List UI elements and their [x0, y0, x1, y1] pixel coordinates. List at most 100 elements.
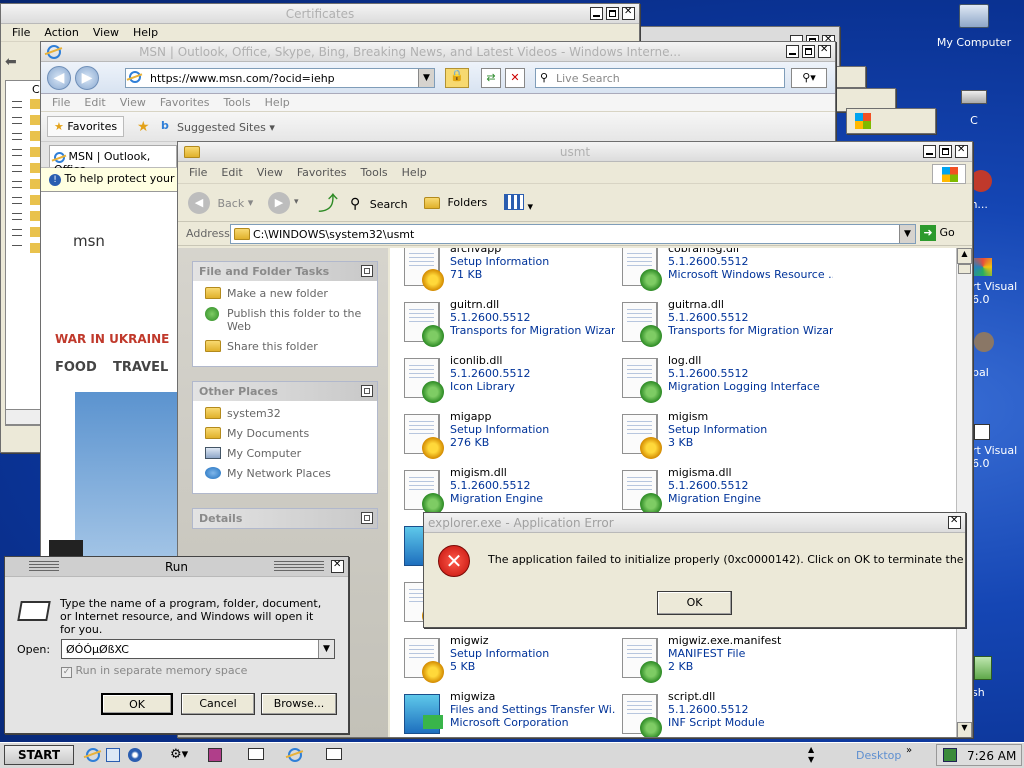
file-item[interactable]: iconlib.dll 5.1.2600.5512 Icon Library [398, 354, 618, 404]
tray-network-icon[interactable] [943, 748, 957, 762]
add-favorite-icon[interactable]: ★ [137, 119, 150, 135]
place-network[interactable]: My Network Places [205, 467, 367, 480]
stop-button[interactable]: ✕ [505, 68, 525, 88]
search-go-button[interactable]: ⚲▾ [791, 68, 827, 88]
taskbar-ie-icon[interactable] [288, 748, 302, 762]
taskbar-program-icon[interactable]: ⚙▾ [170, 747, 188, 762]
start-button[interactable]: START [4, 745, 74, 765]
publish-folder-link[interactable]: Publish this folder to the Web [205, 307, 367, 333]
vertical-scrollbar[interactable]: ▲ ▼ [956, 248, 972, 737]
cancel-button[interactable]: Cancel [181, 693, 255, 715]
desktop-toolbar-label[interactable]: Desktop [856, 749, 901, 762]
title-bar[interactable]: MSN | Outlook, Office, Skype, Bing, Brea… [41, 42, 835, 62]
menu-file[interactable]: File [5, 26, 37, 39]
taskbar-scroll-icon[interactable]: ▲ ▼ [808, 745, 814, 765]
file-item[interactable]: archvapp Setup Information 71 KB [398, 248, 618, 292]
suggested-sites[interactable]: Suggested Sites ▾ [177, 121, 275, 134]
minimize-button[interactable] [786, 45, 799, 58]
search-button[interactable]: ⚲ Search [350, 196, 408, 212]
quick-launch-ie-icon[interactable] [86, 748, 100, 762]
file-item[interactable]: cobramsg.dll 5.1.2600.5512 Microsoft Windo… [616, 248, 836, 292]
file-item[interactable]: migwiz Setup Information 5 KB [398, 634, 618, 684]
collapse-icon[interactable] [361, 265, 373, 277]
file-item[interactable]: log.dll 5.1.2600.5512 Migration Logging In… [616, 354, 836, 404]
panel-header[interactable]: Other Places [193, 382, 377, 401]
address-input[interactable]: C:\WINDOWS\system32\usmt ▼ [230, 224, 916, 244]
title-bar[interactable]: Run [5, 557, 348, 577]
place-my-computer[interactable]: My Computer [205, 447, 367, 460]
taskbar-window-2-icon[interactable] [326, 748, 342, 760]
nav-food[interactable]: FOOD [55, 360, 97, 375]
recycle-bin-icon[interactable]: sh [972, 656, 1024, 699]
forward-button[interactable]: ▶ [75, 66, 99, 90]
title-bar[interactable]: Certificates [1, 4, 639, 24]
drive-c-icon[interactable]: C [936, 90, 1012, 127]
title-bar[interactable]: usmt [178, 142, 972, 162]
place-my-documents[interactable]: My Documents [205, 427, 367, 440]
close-button[interactable] [955, 144, 968, 158]
collapse-icon[interactable] [361, 512, 373, 524]
views-button[interactable]: ▾ [504, 194, 538, 214]
address-bar[interactable]: https://www.msn.com/?ocid=iehp ▼ [125, 68, 435, 88]
open-dropdown[interactable]: ▼ [318, 640, 334, 658]
taskbar-window-icon[interactable] [248, 748, 264, 760]
file-item[interactable]: migwiza Files and Settings Transfer Wi...… [398, 690, 618, 737]
tree-expanders[interactable] [12, 99, 22, 249]
menu-file[interactable]: File [45, 96, 77, 109]
file-item[interactable]: migism Setup Information 3 KB [616, 410, 836, 460]
open-input[interactable]: ØÓÓµØßXC ▼ [61, 639, 335, 659]
minimize-button[interactable] [923, 145, 936, 158]
panel-header[interactable]: File and Folder Tasks [193, 262, 377, 281]
scroll-down-button[interactable]: ▼ [957, 722, 972, 737]
file-item[interactable]: migapp Setup Information 276 KB [398, 410, 618, 460]
menu-tools[interactable]: Tools [354, 166, 395, 179]
horizontal-scrollbar[interactable] [5, 409, 45, 425]
file-item[interactable]: migwiz.exe.manifest MANIFEST File 2 KB [616, 634, 836, 684]
menu-view[interactable]: View [86, 26, 126, 39]
tree-view[interactable]: Ce [5, 80, 46, 426]
maximize-button[interactable] [939, 145, 952, 158]
visual-studio-2-icon[interactable]: rt Visual 6.0 [972, 424, 1024, 470]
toolbar-chevron-icon[interactable]: » [906, 745, 912, 756]
forward-button[interactable]: ▶ [268, 192, 290, 214]
up-folder-icon[interactable]: ⤴ [318, 192, 340, 214]
quick-launch-media-icon[interactable] [128, 748, 142, 762]
address-dropdown[interactable]: ▼ [418, 69, 434, 87]
title-bar[interactable]: explorer.exe - Application Error [424, 513, 965, 533]
my-computer-icon[interactable]: My Computer [936, 4, 1012, 49]
back-arrow-icon[interactable]: ⬅ [5, 54, 17, 70]
menu-help[interactable]: Help [126, 26, 165, 39]
visual-studio-icon[interactable]: rt Visual 6.0 [972, 258, 1024, 306]
separate-memory-checkbox[interactable]: ✓ Run in separate memory space [61, 664, 247, 678]
folders-button[interactable]: Folders [424, 196, 487, 209]
favorites-button[interactable]: ★ Favorites [47, 116, 125, 137]
close-button[interactable] [331, 559, 344, 573]
menu-favorites[interactable]: Favorites [290, 166, 354, 179]
back-button[interactable]: ◀ [47, 66, 71, 90]
menu-edit[interactable]: Edit [214, 166, 249, 179]
menu-edit[interactable]: Edit [77, 96, 112, 109]
lock-icon[interactable]: 🔒 [445, 68, 469, 88]
make-folder-link[interactable]: Make a new folder [205, 287, 367, 300]
nav-travel[interactable]: TRAVEL [113, 360, 168, 375]
file-item[interactable]: guitrn.dll 5.1.2600.5512 Transports for Mi… [398, 298, 618, 348]
panel-header[interactable]: Details [193, 509, 377, 528]
msn-logo[interactable]: msn [73, 232, 105, 250]
clock[interactable]: 7:26 AM [967, 749, 1016, 763]
ok-button[interactable]: OK [657, 591, 732, 615]
browse-button[interactable]: Browse... [261, 693, 337, 715]
forward-dropdown-icon[interactable]: ▾ [294, 197, 299, 207]
maximize-button[interactable] [802, 45, 815, 58]
go-button[interactable]: ➜ Go [920, 225, 955, 241]
menu-tools[interactable]: Tools [217, 96, 258, 109]
run-ok-button[interactable]: OK [101, 693, 173, 715]
menu-view[interactable]: View [113, 96, 153, 109]
raccoon-app-icon[interactable]: bal [972, 332, 1024, 379]
scroll-up-button[interactable]: ▲ [957, 248, 972, 264]
maximize-button[interactable] [606, 7, 619, 20]
place-system32[interactable]: system32 [205, 407, 367, 420]
taskbar-app-icon[interactable] [208, 748, 222, 762]
collapse-icon[interactable] [361, 385, 373, 397]
menu-favorites[interactable]: Favorites [153, 96, 217, 109]
menu-action[interactable]: Action [37, 26, 85, 39]
